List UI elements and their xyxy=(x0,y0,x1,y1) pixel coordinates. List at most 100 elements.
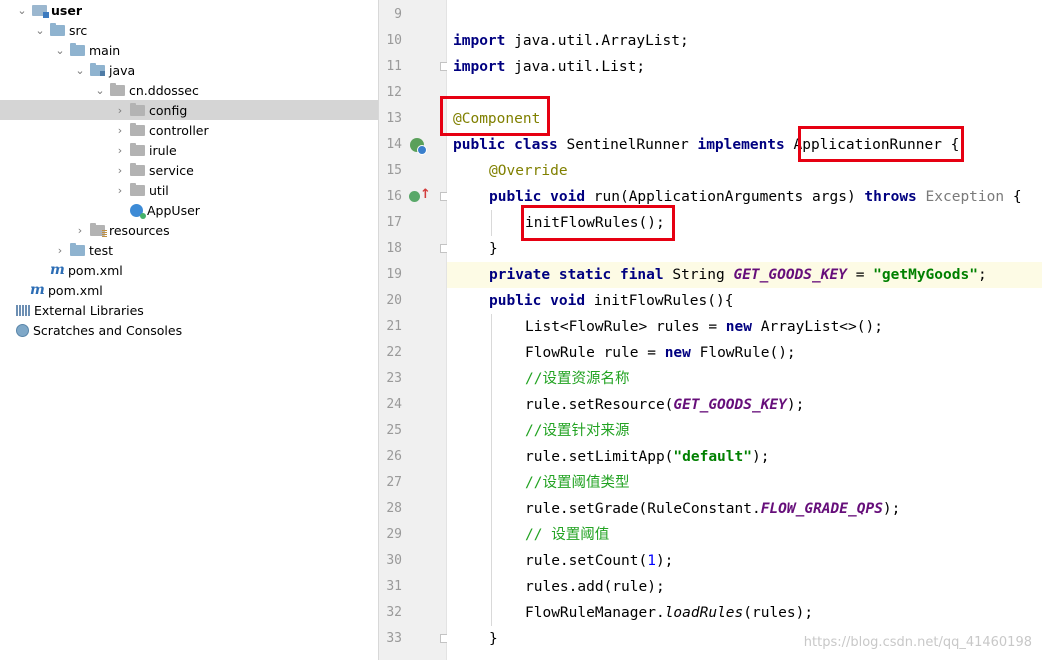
code-line-20[interactable]: public void initFlowRules(){ xyxy=(489,288,733,314)
tree-item[interactable]: AppUser xyxy=(0,200,378,220)
chevron-down-icon[interactable]: ⌄ xyxy=(74,60,86,80)
code-line-22[interactable]: FlowRule rule = new FlowRule(); xyxy=(525,340,796,366)
code-line-19[interactable]: private static final String GET_GOODS_KE… xyxy=(489,262,987,288)
package-icon xyxy=(130,122,145,136)
chevron-down-icon[interactable]: ⌄ xyxy=(94,80,106,100)
code-line-29[interactable]: // 设置阈值 xyxy=(525,522,609,548)
spring-class-icon xyxy=(130,203,146,219)
code-line-25[interactable]: //设置针对来源 xyxy=(525,418,629,444)
folder-icon xyxy=(70,42,85,56)
code-line-33[interactable]: } xyxy=(489,626,498,652)
package-icon xyxy=(130,102,145,116)
tree-item[interactable]: ⌄ user xyxy=(0,0,378,20)
tree-item[interactable]: ⌄ src xyxy=(0,20,378,40)
chevron-right-icon[interactable]: › xyxy=(114,100,126,120)
keyword: private xyxy=(489,267,551,283)
line-number: 22 xyxy=(386,345,402,360)
keyword: public xyxy=(489,293,542,309)
implements-method-icon[interactable] xyxy=(409,191,420,202)
tree-item-label: src xyxy=(69,22,88,38)
tree-item[interactable]: › resources xyxy=(0,220,378,240)
chevron-right-icon[interactable]: › xyxy=(114,180,126,200)
line-number: 14 xyxy=(386,137,402,152)
tree-item[interactable]: › service xyxy=(0,160,378,180)
maven-icon: m xyxy=(30,282,45,298)
code-text: rules.add(rule); xyxy=(525,579,665,595)
tree-item-label: user xyxy=(51,2,82,18)
code-text: ); xyxy=(655,553,674,569)
tree-item[interactable]: m pom.xml xyxy=(0,280,378,300)
spring-bean-run-icon[interactable] xyxy=(410,138,427,155)
code-line-10[interactable]: import java.util.ArrayList; xyxy=(453,28,689,54)
code-line-21[interactable]: List<FlowRule> rules = new ArrayList<>()… xyxy=(525,314,883,340)
code-line-24[interactable]: rule.setResource(GET_GOODS_KEY); xyxy=(525,392,804,418)
code-line-26[interactable]: rule.setLimitApp("default"); xyxy=(525,444,769,470)
tree-item-label: pom.xml xyxy=(48,282,103,298)
code-text: ); xyxy=(786,397,805,413)
chevron-right-icon[interactable]: › xyxy=(114,160,126,180)
code-text: FlowRuleManager. xyxy=(525,605,665,621)
line-number: 28 xyxy=(386,501,402,516)
chevron-down-icon[interactable]: ⌄ xyxy=(54,40,66,60)
line-number: 26 xyxy=(386,449,402,464)
tree-item[interactable]: External Libraries xyxy=(0,300,378,320)
code-line-11[interactable]: import java.util.List; xyxy=(453,54,645,80)
code-text: = xyxy=(846,267,874,283)
chevron-down-icon[interactable]: ⌄ xyxy=(34,20,46,40)
code-line-31[interactable]: rules.add(rule); xyxy=(525,574,665,600)
code-line-23[interactable]: //设置资源名称 xyxy=(525,366,629,392)
code-line-32[interactable]: FlowRuleManager.loadRules(rules); xyxy=(525,600,813,626)
tree-item[interactable]: › config xyxy=(0,100,378,120)
tree-item[interactable]: ⌄ main xyxy=(0,40,378,60)
code-text: rule.setResource( xyxy=(525,397,674,413)
highlight-box-component xyxy=(440,96,550,136)
code-line-30[interactable]: rule.setCount(1); xyxy=(525,548,673,574)
chevron-right-icon[interactable]: › xyxy=(114,120,126,140)
line-number: 10 xyxy=(386,33,402,48)
tree-item[interactable]: › controller xyxy=(0,120,378,140)
chevron-right-icon[interactable]: › xyxy=(114,140,126,160)
chevron-right-icon[interactable]: › xyxy=(74,220,86,240)
chevron-down-icon[interactable]: ⌄ xyxy=(16,0,28,20)
tree-item[interactable]: › test xyxy=(0,240,378,260)
tree-item-label: config xyxy=(149,102,188,118)
code-line-28[interactable]: rule.setGrade(RuleConstant.FLOW_GRADE_QP… xyxy=(525,496,900,522)
keyword: void xyxy=(550,293,586,309)
libraries-icon xyxy=(16,304,30,316)
line-number: 33 xyxy=(386,631,402,646)
tree-item-label: service xyxy=(149,162,194,178)
highlight-box-init-flow-rules xyxy=(521,205,675,241)
static-method: loadRules xyxy=(664,605,744,621)
code-line-18[interactable]: } xyxy=(489,236,498,262)
override-arrow-icon[interactable]: ↑ xyxy=(420,188,431,202)
tree-item-label: irule xyxy=(149,142,177,158)
tree-item[interactable]: › util xyxy=(0,180,378,200)
tree-item[interactable]: ⌄ cn.ddossec xyxy=(0,80,378,100)
tree-item[interactable]: Scratches and Consoles xyxy=(0,320,378,340)
line-number: 30 xyxy=(386,553,402,568)
tree-item-label: pom.xml xyxy=(68,262,123,278)
code-text: rule.setGrade(RuleConstant. xyxy=(525,501,761,517)
keyword: throws xyxy=(864,189,917,205)
tree-item-label: resources xyxy=(109,222,170,238)
chevron-right-icon[interactable]: › xyxy=(54,240,66,260)
source-folder-icon xyxy=(90,62,105,76)
tree-item[interactable]: m pom.xml xyxy=(0,260,378,280)
package-icon xyxy=(130,182,145,196)
keyword: class xyxy=(514,137,558,153)
line-number: 21 xyxy=(386,319,402,334)
line-number: 12 xyxy=(386,85,402,100)
keyword: public xyxy=(453,137,506,153)
tree-item[interactable]: › irule xyxy=(0,140,378,160)
package-icon xyxy=(130,162,145,176)
tree-item-label: main xyxy=(89,42,121,58)
code-text: FlowRule rule = xyxy=(525,345,665,361)
code-line-27[interactable]: //设置阈值类型 xyxy=(525,470,629,496)
code-text: (rules); xyxy=(743,605,814,621)
tree-item[interactable]: ⌄ java xyxy=(0,60,378,80)
code-text: ); xyxy=(882,501,901,517)
indent-guide xyxy=(491,210,492,236)
tree-item-label: cn.ddossec xyxy=(129,82,199,98)
code-line-15[interactable]: @Override xyxy=(489,158,568,184)
